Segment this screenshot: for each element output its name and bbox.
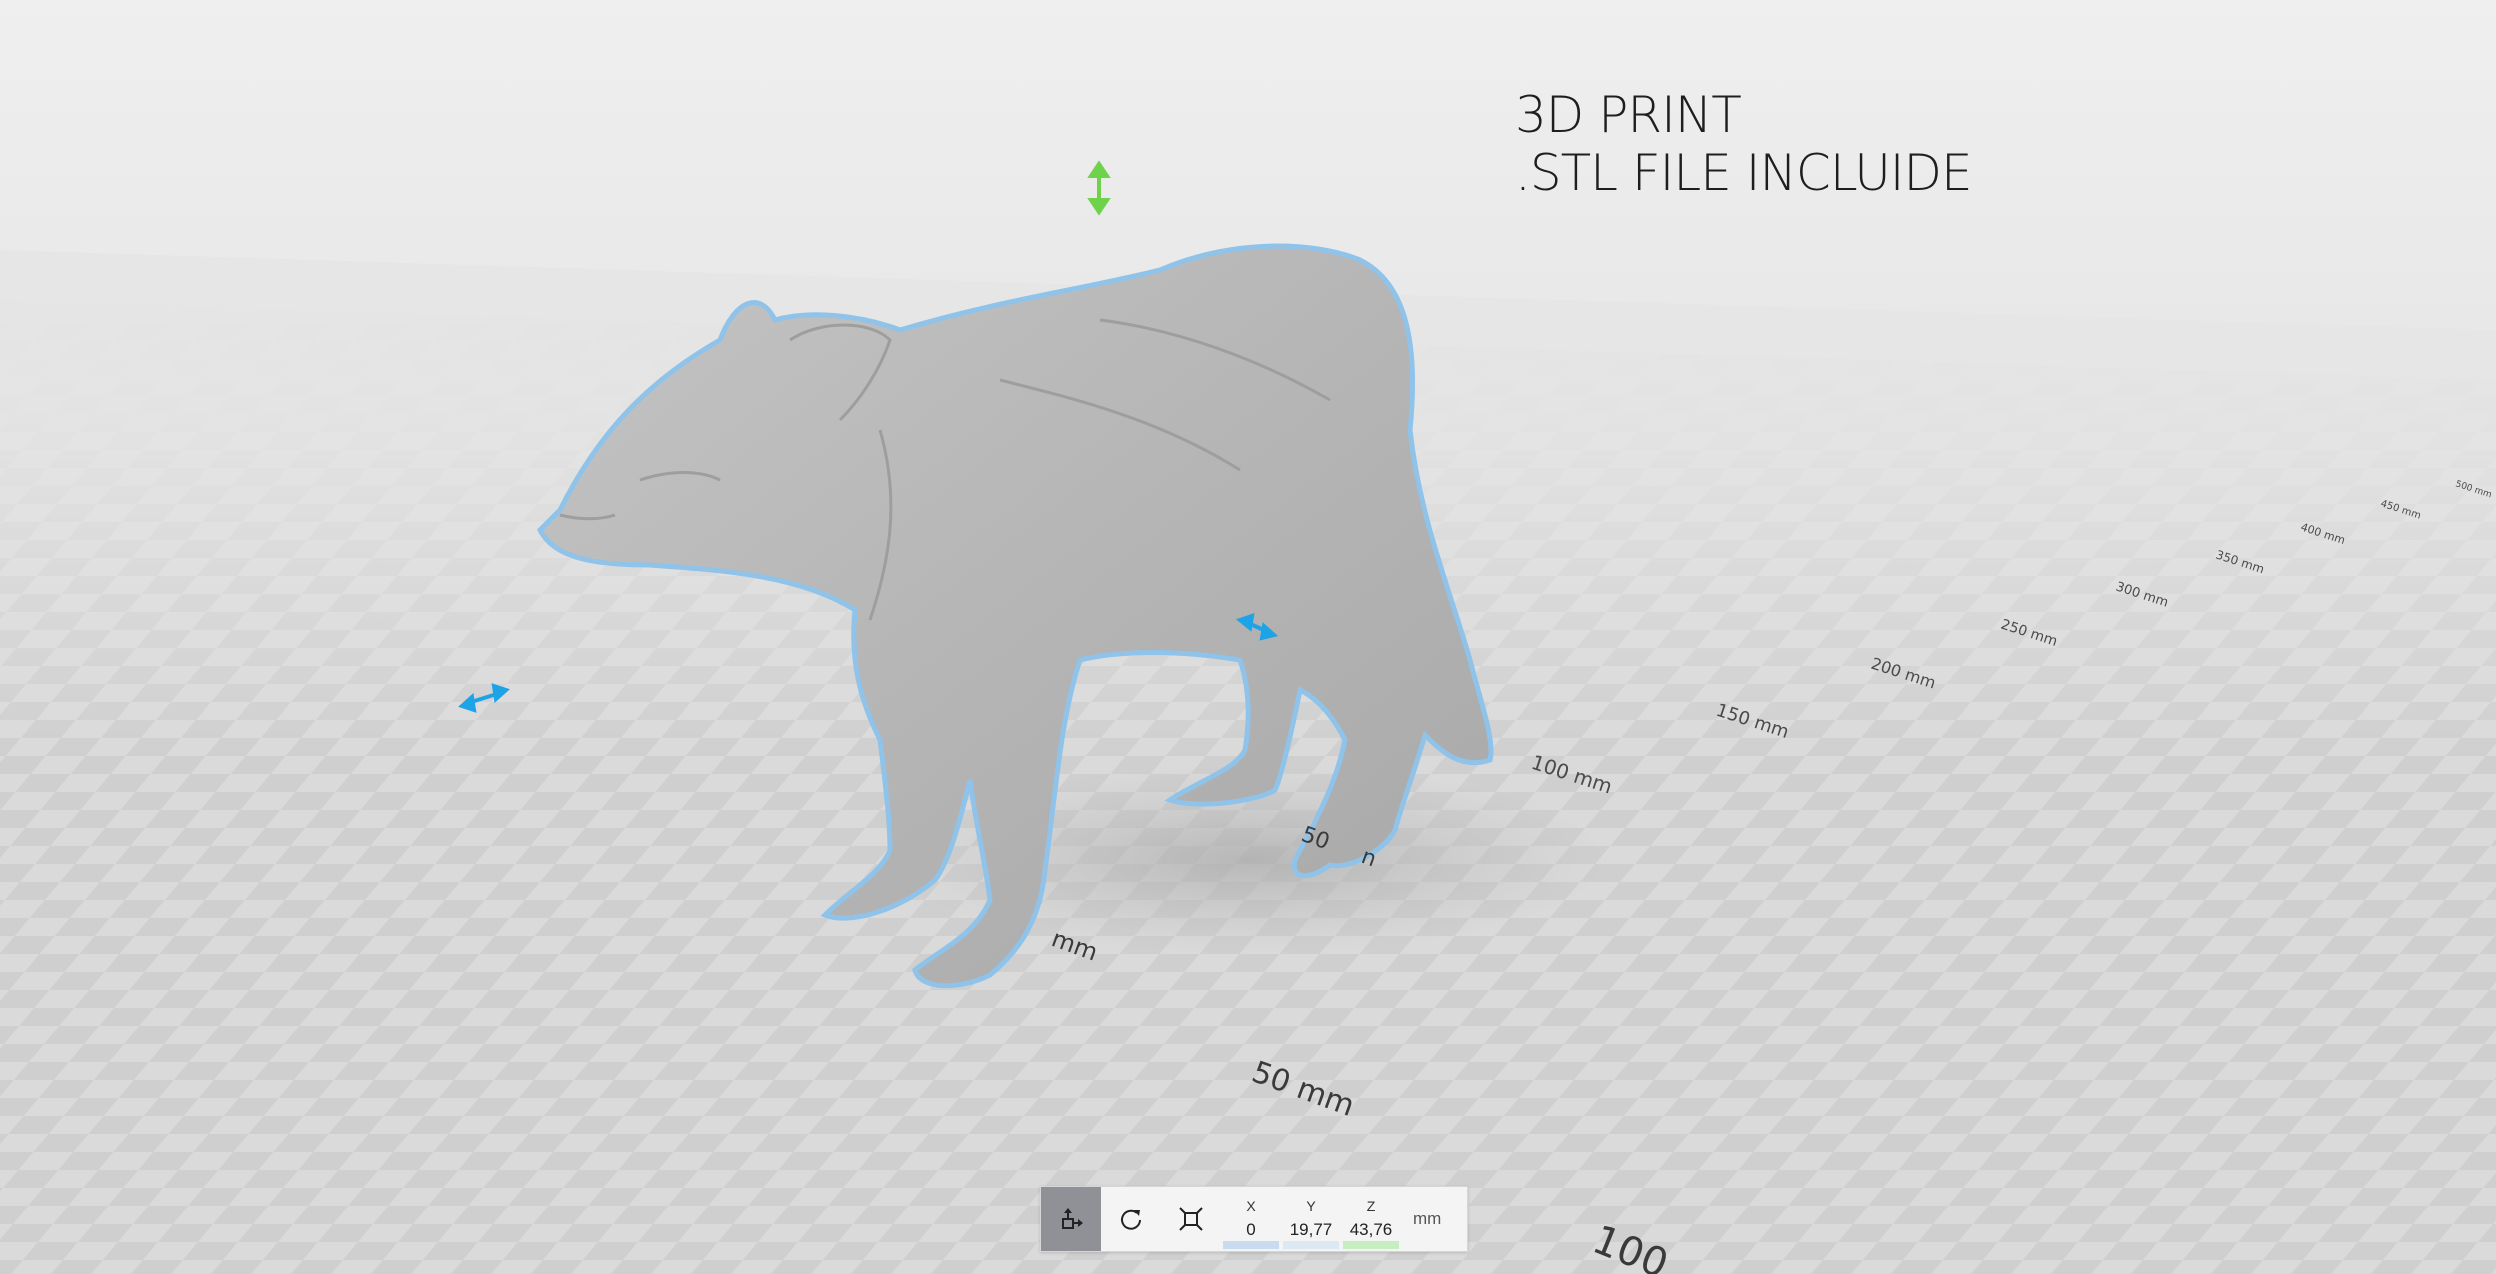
promo-line-1: 3D PRINT [1515,86,1742,144]
z-value[interactable]: 43,76 [1350,1220,1393,1240]
x-value[interactable]: 0 [1246,1220,1255,1240]
move-tool-icon [1062,1208,1083,1229]
y-axis-bar [1283,1241,1339,1249]
rotate-tool-button[interactable] [1101,1187,1161,1251]
scale-tool-icon [1179,1207,1203,1231]
y-label: Y [1306,1198,1316,1214]
3d-viewport[interactable]: 50 mm 100 mm 50 n 100 mm 150 mm 200 mm 250 … [0,0,2496,1274]
x-axis-bar [1223,1241,1279,1249]
y-coordinate-field[interactable]: Y 19,77 [1281,1187,1341,1251]
move-tool-button[interactable] [1041,1187,1101,1251]
x-label: X [1246,1198,1256,1214]
rotate-tool-icon [1121,1209,1141,1230]
promo-text: 3D PRINT .STL FILE INCLUIDE [1515,86,1973,202]
y-value[interactable]: 19,77 [1290,1220,1333,1240]
promo-line-2: .STL FILE INCLUIDE [1515,144,1973,202]
z-axis-bar [1343,1241,1399,1249]
z-coordinate-field[interactable]: Z 43,76 [1341,1187,1401,1251]
z-label: Z [1366,1198,1376,1214]
x-coordinate-field[interactable]: X 0 [1221,1187,1281,1251]
scale-tool-button[interactable] [1161,1187,1221,1251]
unit-label: mm [1413,1209,1442,1228]
transform-toolbar: X 0 Y 19,77 Z 43,76 mm [1040,1186,1468,1252]
